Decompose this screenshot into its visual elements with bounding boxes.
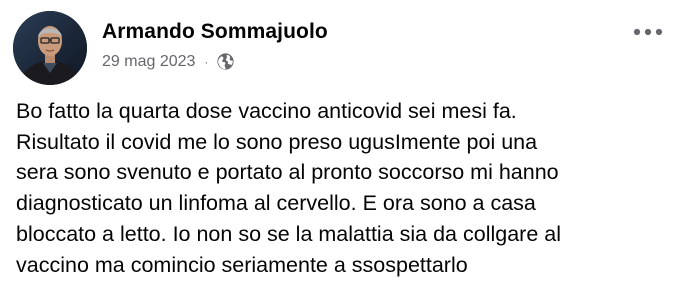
post-text-line: Risultato il covid me lo sono preso ugus… (16, 129, 538, 154)
author-name[interactable]: Armando Sommajuolo (102, 20, 328, 44)
author-avatar[interactable] (13, 11, 87, 85)
meta-separator: · (204, 54, 209, 69)
facebook-post: Armando Sommajuolo 29 mag 2023 · Bo fatt… (0, 0, 680, 303)
post-date[interactable]: 29 mag 2023 (102, 53, 195, 71)
post-text-line: diagnosticato un linfoma al cervello. E … (16, 191, 536, 216)
globe-icon[interactable] (216, 52, 235, 71)
post-text-line: bloccato a letto. Io non so se la malatt… (16, 221, 561, 246)
profile-photo (13, 11, 87, 85)
post-text-line: sera sono svenuto e portato al pronto so… (16, 160, 559, 185)
post-text-line: vaccino ma comincio seriamente a ssospet… (16, 252, 468, 277)
more-options-button[interactable] (630, 18, 666, 46)
post-body: Bo fatto la quarta dose vaccino anticovi… (16, 96, 674, 280)
post-meta: 29 mag 2023 · (102, 52, 235, 71)
more-options-icon (633, 28, 663, 36)
post-text-line: Bo fatto la quarta dose vaccino anticovi… (16, 99, 517, 123)
